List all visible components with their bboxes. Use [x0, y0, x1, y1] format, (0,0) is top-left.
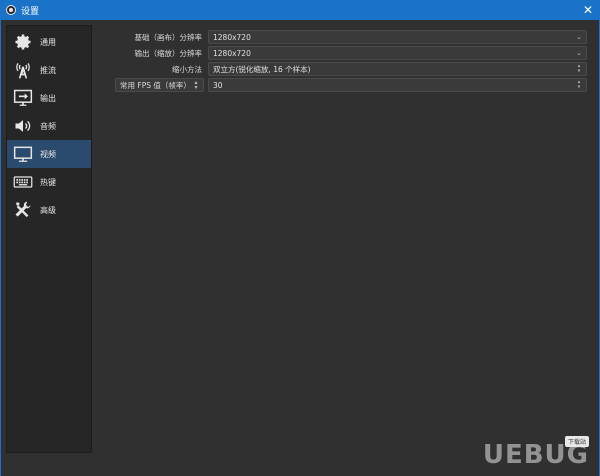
sidebar-item-label: 通用: [40, 37, 56, 47]
chevron-down-icon: ⌄: [576, 33, 582, 41]
watermark-logo: UEBUG 下载站: [439, 436, 589, 470]
fps-value: 30: [213, 80, 223, 90]
sidebar-item-label: 热键: [40, 177, 56, 187]
chevron-down-icon: ⌄: [576, 49, 582, 57]
updown-arrows-icon: ▴ ▾: [194, 79, 198, 91]
sidebar-item-output[interactable]: 输出: [7, 84, 91, 112]
updown-arrows-icon: ▴ ▾: [577, 63, 581, 74]
output-resolution-row: 输出（缩放）分辨率 1280x720 ⌄: [97, 46, 590, 60]
settings-window: 通用 推流 输出 音频 视频 热键 高级 基础（画布）分辨率 1280x720 …: [0, 20, 600, 476]
fps-value-combo[interactable]: 30 ▴ ▾: [208, 78, 587, 92]
watermark-badge: 下载站: [564, 436, 589, 447]
sidebar-item-hotkeys[interactable]: 热键: [7, 168, 91, 196]
sidebar-item-label: 音频: [40, 121, 56, 131]
base-resolution-row: 基础（画布）分辨率 1280x720 ⌄: [97, 30, 590, 44]
base-resolution-combo[interactable]: 1280x720 ⌄: [208, 30, 587, 44]
sidebar-item-audio[interactable]: 音频: [7, 112, 91, 140]
sidebar-item-video[interactable]: 视频: [7, 140, 91, 168]
sidebar-item-label: 输出: [40, 93, 56, 103]
downscale-filter-label: 缩小方法: [172, 64, 202, 74]
broadcast-tower-icon: [11, 58, 35, 82]
obs-logo-icon: [6, 5, 16, 15]
monitor-icon: [11, 142, 35, 166]
downscale-filter-value: 双立方(锐化缩放, 16 个样本): [213, 64, 311, 74]
fps-row: 常用 FPS 值（帧率） ▴ ▾ 30 ▴ ▾: [97, 78, 590, 92]
downscale-filter-combo[interactable]: 双立方(锐化缩放, 16 个样本) ▴ ▾: [208, 62, 587, 76]
output-resolution-label: 输出（缩放）分辨率: [134, 48, 203, 58]
close-button[interactable]: ✕: [576, 0, 600, 20]
monitor-output-icon: [11, 86, 35, 110]
keyboard-icon: [11, 170, 35, 194]
tools-icon: [11, 198, 35, 222]
base-resolution-label: 基础（画布）分辨率: [134, 32, 203, 42]
output-resolution-value: 1280x720: [213, 48, 251, 58]
sidebar-item-label: 视频: [40, 149, 56, 159]
base-resolution-value: 1280x720: [213, 32, 251, 42]
sidebar-item-advanced[interactable]: 高级: [7, 196, 91, 224]
sidebar-item-stream[interactable]: 推流: [7, 56, 91, 84]
updown-arrows-icon: ▴ ▾: [577, 79, 581, 90]
fps-type-label: 常用 FPS 值（帧率）: [120, 80, 191, 90]
speaker-icon: [11, 114, 35, 138]
downscale-filter-row: 缩小方法 双立方(锐化缩放, 16 个样本) ▴ ▾: [97, 62, 590, 76]
sidebar-item-label: 推流: [40, 65, 56, 75]
sidebar-item-label: 高级: [40, 205, 56, 215]
window-title: 设置: [21, 6, 40, 17]
video-settings-panel: 基础（画布）分辨率 1280x720 ⌄ 输出（缩放）分辨率 1280x720 …: [97, 25, 594, 453]
settings-sidebar: 通用 推流 输出 音频 视频 热键 高级: [6, 25, 92, 453]
sidebar-item-general[interactable]: 通用: [7, 28, 91, 56]
output-resolution-combo[interactable]: 1280x720 ⌄: [208, 46, 587, 60]
gear-icon: [11, 30, 35, 54]
title-bar: 设置 ✕: [0, 0, 600, 20]
fps-type-combo[interactable]: 常用 FPS 值（帧率） ▴ ▾: [115, 78, 204, 92]
